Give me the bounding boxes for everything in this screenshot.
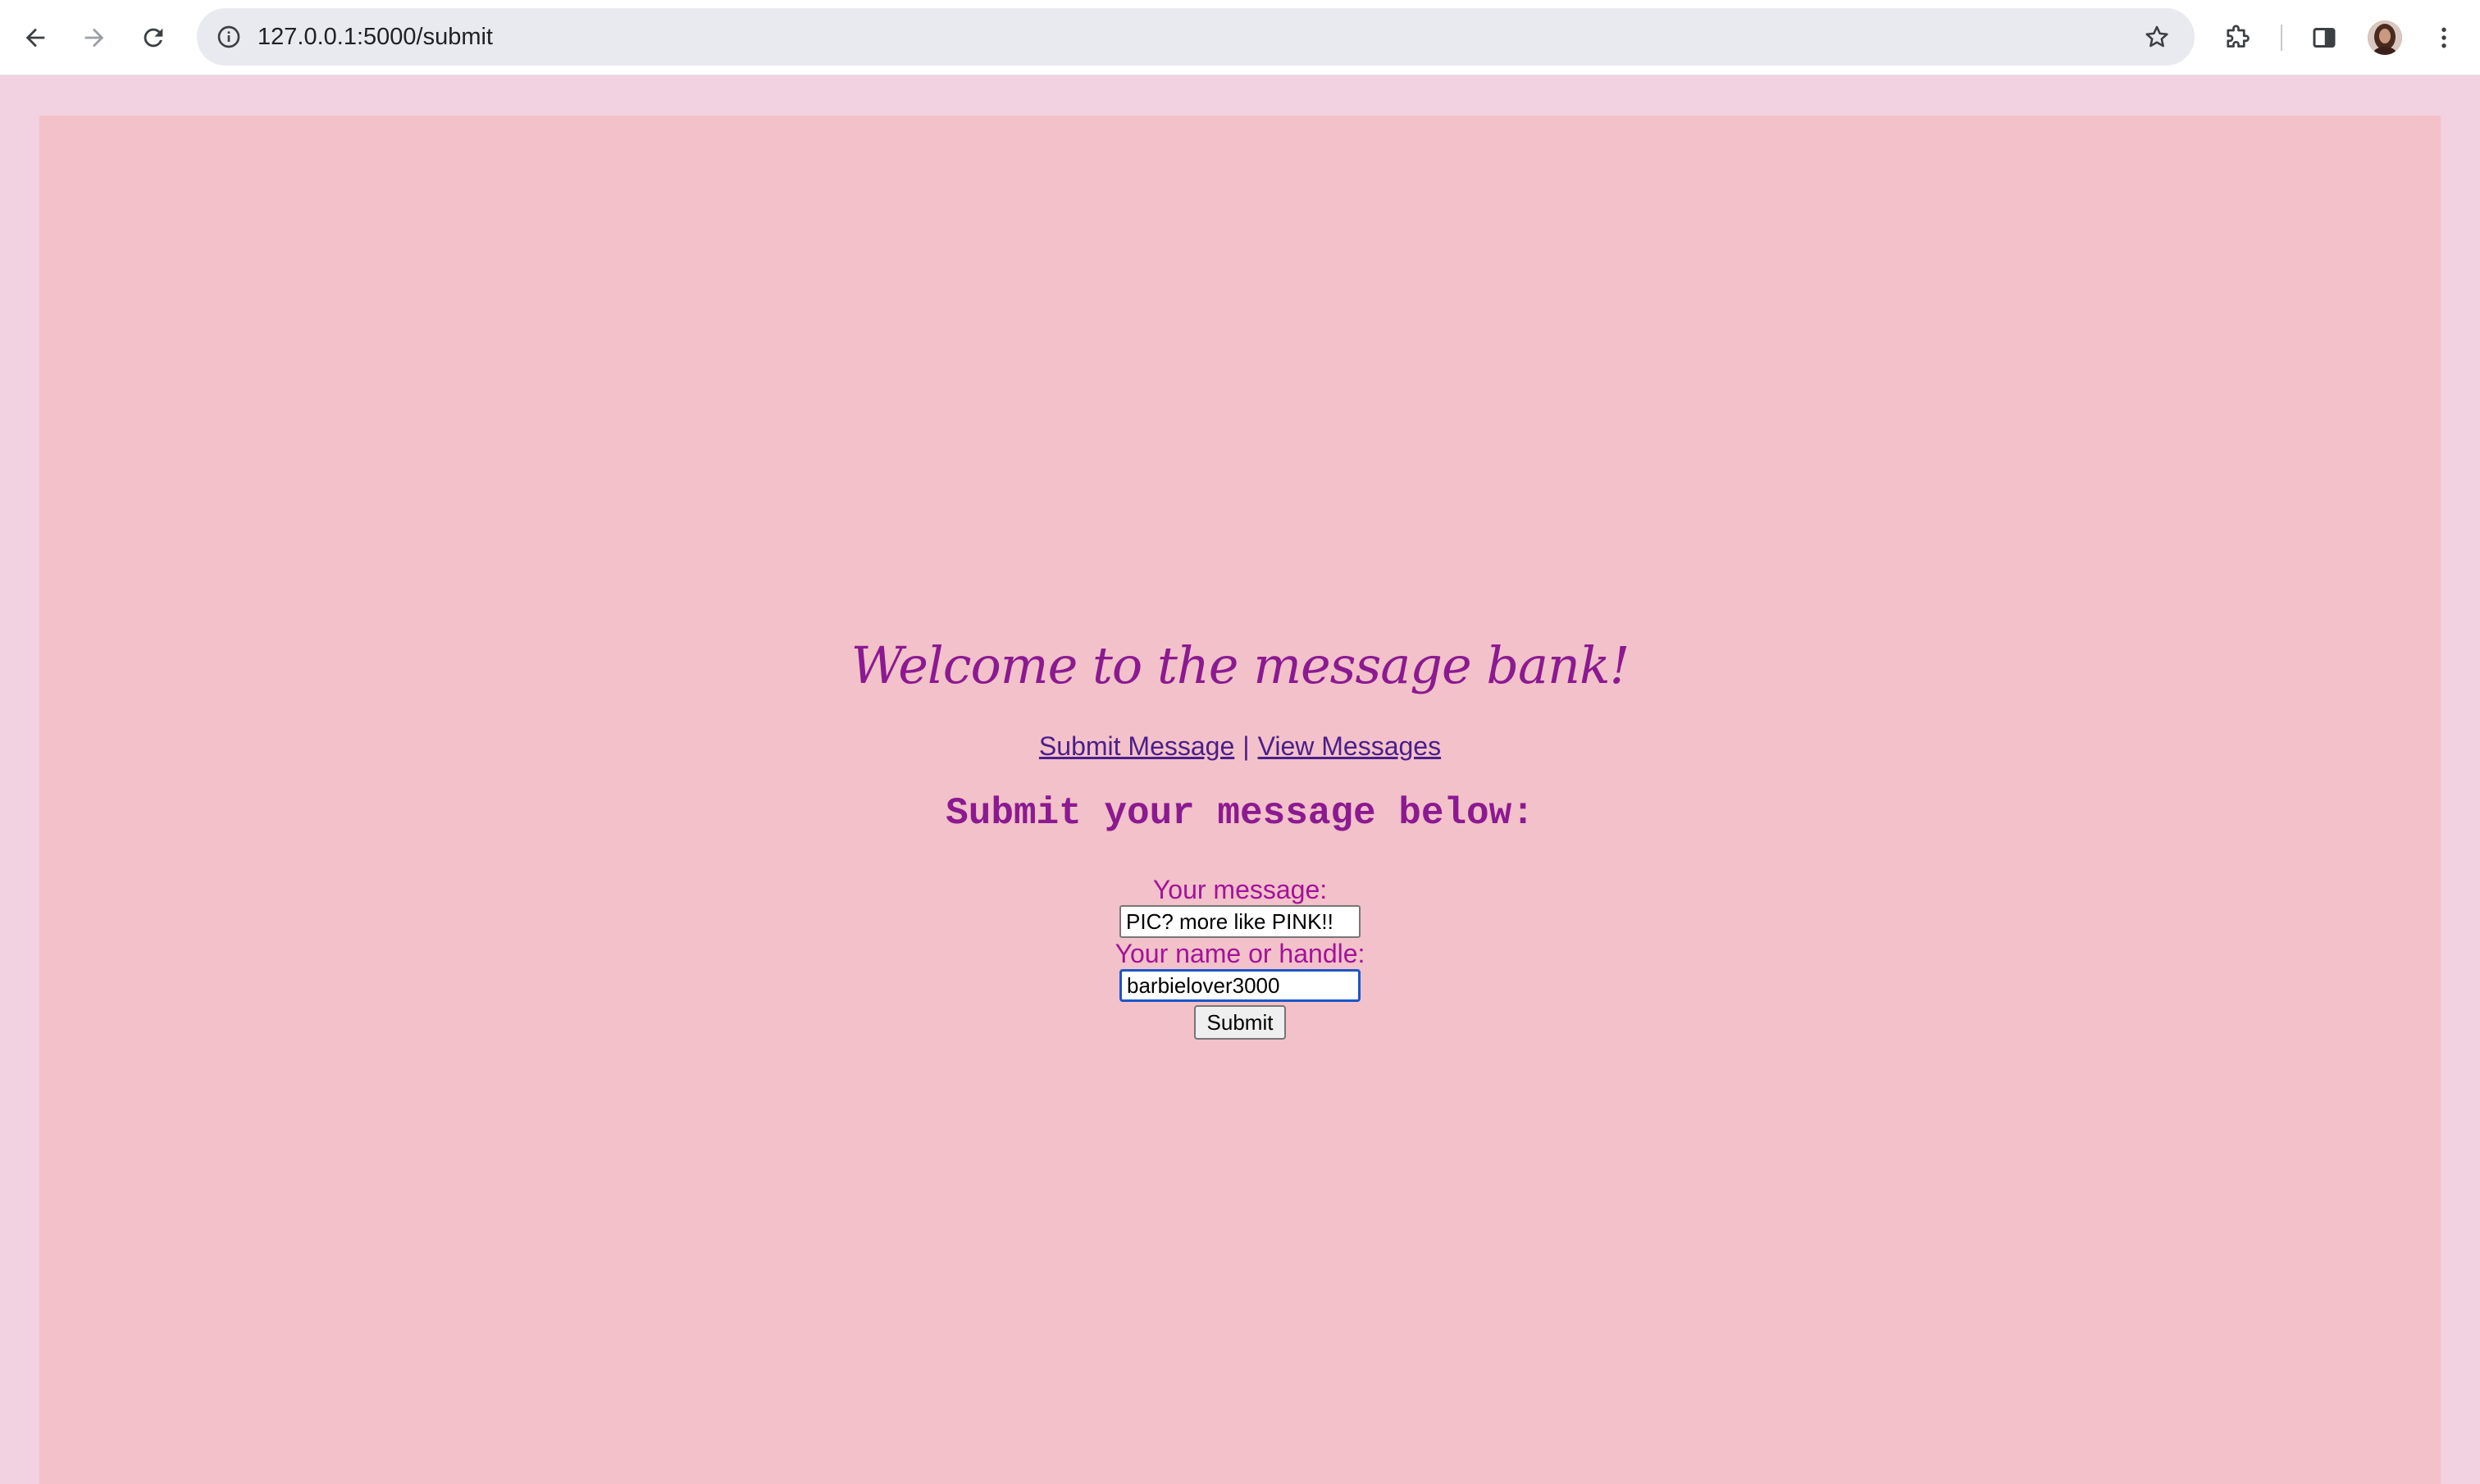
arrow-right-icon xyxy=(84,28,104,48)
puzzle-icon xyxy=(2227,25,2250,48)
page-content: Welcome to the message bank! Submit Mess… xyxy=(39,625,2441,1040)
address-bar[interactable]: 127.0.0.1:5000/submit xyxy=(197,8,2195,66)
browser-toolbar: 127.0.0.1:5000/submit xyxy=(0,0,2480,75)
star-icon xyxy=(2145,25,2168,48)
message-label: Your message: xyxy=(1152,875,1328,904)
profile-avatar[interactable] xyxy=(2368,20,2402,55)
kebab-menu-icon xyxy=(2441,27,2446,48)
view-messages-link[interactable]: View Messages xyxy=(1258,731,1442,761)
browser-menu-button[interactable] xyxy=(2424,18,2464,57)
message-form: Your message: Your name or handle: Submi… xyxy=(39,874,2441,1040)
name-label: Your name or handle: xyxy=(1115,939,1365,968)
submit-heading: Submit your message below: xyxy=(946,792,1534,835)
bookmark-button[interactable] xyxy=(2139,19,2175,55)
toolbar-separator xyxy=(2281,25,2282,51)
side-panel-icon xyxy=(2313,28,2336,48)
nav-links: Submit Message | View Messages xyxy=(39,730,2441,762)
arrow-left-icon xyxy=(25,28,45,48)
message-input[interactable] xyxy=(1119,905,1361,938)
welcome-title: Welcome to the message bank! xyxy=(850,635,1630,695)
reload-button[interactable] xyxy=(134,18,173,57)
side-panel-button[interactable] xyxy=(2304,18,2344,57)
nav-separator: | xyxy=(1242,731,1250,761)
name-input[interactable] xyxy=(1119,969,1361,1002)
back-button[interactable] xyxy=(16,18,55,57)
forward-button[interactable] xyxy=(75,18,114,57)
page-container: Welcome to the message bank! Submit Mess… xyxy=(39,116,2441,1484)
url-text[interactable]: 127.0.0.1:5000/submit xyxy=(258,8,493,66)
extensions-button[interactable] xyxy=(2218,18,2257,57)
submit-message-link[interactable]: Submit Message xyxy=(1039,731,1234,761)
site-info-button[interactable] xyxy=(212,20,246,54)
submit-button[interactable]: Submit xyxy=(1193,1005,1287,1040)
avatar-icon xyxy=(2368,20,2402,55)
reload-icon xyxy=(144,28,163,48)
info-icon xyxy=(217,25,240,48)
